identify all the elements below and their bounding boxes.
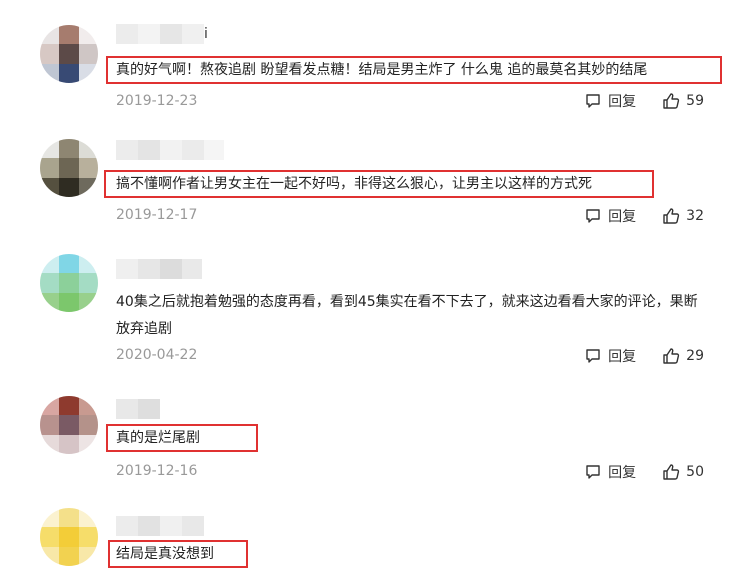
avatar-pixel (40, 396, 60, 416)
avatar-pixel (78, 44, 98, 64)
thumbs-up-icon (663, 208, 680, 224)
avatar-pixel (78, 434, 98, 454)
like-count: 59 (686, 93, 704, 109)
avatar-pixel (78, 527, 98, 547)
comment-text: 真的是烂尾剧 (116, 430, 200, 446)
username[interactable] (116, 399, 160, 419)
avatar-pixel (40, 273, 60, 293)
comment-text: 结局是真没想到 (116, 546, 214, 562)
avatar-pixel (78, 415, 98, 435)
username[interactable] (116, 259, 202, 279)
avatar-pixel (59, 254, 79, 274)
avatar-pixel (40, 415, 60, 435)
avatar-pixel (78, 63, 98, 83)
avatar-pixel (59, 158, 79, 178)
reply-label: 回复 (608, 209, 637, 225)
avatar-pixel (59, 25, 79, 45)
avatar-pixel (78, 25, 98, 45)
avatar-pixel (40, 63, 60, 83)
avatar-pixel (59, 44, 79, 64)
avatar[interactable] (40, 508, 98, 566)
thumbs-up-icon (663, 348, 680, 364)
like-count: 29 (686, 348, 704, 364)
reply-button[interactable]: 回复 (584, 206, 636, 226)
username[interactable] (116, 140, 224, 160)
comment-icon (586, 465, 600, 479)
avatar-pixel (59, 177, 79, 197)
username[interactable]: i (116, 24, 208, 44)
avatar-pixel (59, 434, 79, 454)
like-button[interactable]: 59 (662, 92, 704, 110)
avatar-pixel (59, 273, 79, 293)
comment-text: 40集之后就抱着勉强的态度再看，看到45集实在看不下去了，就来这边看看大家的评论… (116, 294, 698, 337)
avatar-pixel (78, 158, 98, 178)
comment-text: 真的好气啊！熬夜追剧 盼望看发点糖！结局是男主炸了 什么鬼 追的最莫名其妙的结尾 (116, 62, 648, 78)
avatar-pixel (59, 546, 79, 566)
avatar-pixel (40, 254, 60, 274)
comment-date: 2019-12-23 (116, 93, 198, 109)
avatar-pixel (59, 292, 79, 312)
comment-actions: 回复 59 (584, 91, 704, 111)
username-tail: i (204, 26, 208, 42)
avatar[interactable] (40, 25, 98, 83)
avatar-pixel (59, 396, 79, 416)
comment-actions: 回复 29 (584, 346, 704, 366)
like-button[interactable]: 32 (662, 207, 704, 225)
reply-label: 回复 (608, 349, 637, 365)
avatar-pixel (78, 273, 98, 293)
comment-text: 搞不懂啊作者让男女主在一起不好吗，非得这么狠心，让男主以这样的方式死 (116, 176, 592, 192)
reply-button[interactable]: 回复 (584, 91, 636, 111)
like-button[interactable]: 50 (662, 463, 704, 481)
comment-actions: 回复 50 (584, 462, 704, 482)
avatar[interactable] (40, 254, 98, 312)
reply-button[interactable]: 回复 (584, 462, 636, 482)
comment-icon (586, 349, 600, 363)
avatar-pixel (78, 254, 98, 274)
avatar-pixel (40, 434, 60, 454)
avatar-pixel (40, 25, 60, 45)
avatar[interactable] (40, 139, 98, 197)
avatar[interactable] (40, 396, 98, 454)
comment-icon (586, 94, 600, 108)
like-count: 50 (686, 464, 704, 480)
like-count: 32 (686, 208, 704, 224)
avatar-pixel (78, 396, 98, 416)
comment-date: 2020-04-22 (116, 347, 198, 363)
avatar-pixel (78, 177, 98, 197)
avatar-pixel (59, 508, 79, 528)
reply-button[interactable]: 回复 (584, 346, 636, 366)
avatar-pixel (40, 527, 60, 547)
avatar-pixel (59, 415, 79, 435)
avatar-pixel (40, 546, 60, 566)
username[interactable] (116, 516, 204, 536)
avatar-pixel (59, 63, 79, 83)
avatar-pixel (40, 292, 60, 312)
comment-actions: 回复 32 (584, 206, 704, 226)
avatar-pixel (40, 508, 60, 528)
avatar-pixel (78, 546, 98, 566)
thumbs-up-icon (663, 464, 680, 480)
like-button[interactable]: 29 (662, 347, 704, 365)
avatar-pixel (78, 292, 98, 312)
avatar-pixel (40, 158, 60, 178)
avatar-pixel (59, 527, 79, 547)
avatar-pixel (40, 44, 60, 64)
comment-date: 2019-12-16 (116, 463, 198, 479)
reply-label: 回复 (608, 94, 637, 110)
reply-label: 回复 (608, 465, 637, 481)
avatar-pixel (78, 139, 98, 159)
avatar-pixel (59, 139, 79, 159)
avatar-pixel (40, 139, 60, 159)
comment-date: 2019-12-17 (116, 207, 198, 223)
comment-icon (586, 209, 600, 223)
avatar-pixel (78, 508, 98, 528)
avatar-pixel (40, 177, 60, 197)
thumbs-up-icon (663, 93, 680, 109)
